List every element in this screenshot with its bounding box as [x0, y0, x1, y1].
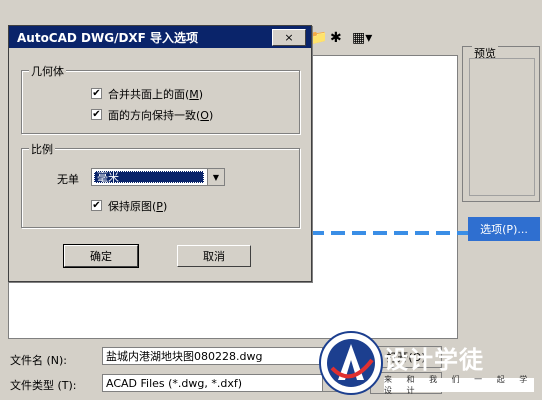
scale-group-label: 比例 — [29, 141, 55, 157]
filename-value: 盐城内港湖地块图080228.dwg — [106, 350, 263, 363]
keep-origin-label[interactable]: 保持原图(P) — [108, 198, 167, 214]
options-button[interactable]: 选项(P)... — [468, 217, 540, 241]
filetype-value: ACAD Files (*.dwg, *.dxf) — [106, 376, 243, 390]
merge-coplanar-checkbox[interactable]: ✔ — [91, 88, 102, 99]
merge-coplanar-label[interactable]: 合并共面上的面(M) — [108, 86, 203, 102]
geometry-group — [21, 70, 300, 134]
unit-label: 无单 — [57, 173, 79, 186]
view-menu-icon[interactable]: ▦▾ — [352, 30, 372, 46]
dwg-import-dialog: AutoCAD DWG/DXF 导入选项 × 几何体 ✔ 合并共面上的面(M) … — [8, 25, 312, 282]
unit-value: 毫米 — [94, 171, 204, 184]
geometry-group-label: 几何体 — [29, 63, 66, 79]
filename-label: 文件名 (N): — [10, 354, 68, 367]
filetype-label: 文件类型 (T): — [10, 379, 77, 392]
unit-select[interactable]: 毫米 ▼ — [91, 168, 225, 186]
filetype-select[interactable]: ACAD Files (*.dwg, *.dxf) ▼ — [102, 374, 340, 392]
scale-group — [21, 148, 300, 228]
watermark-title: 设计学徒 — [384, 346, 484, 374]
orient-faces-label[interactable]: 面的方向保持一致(O) — [108, 107, 213, 123]
ok-button[interactable]: 确定 — [63, 244, 139, 268]
preview-box — [469, 58, 535, 196]
keep-origin-checkbox[interactable]: ✔ — [91, 200, 102, 211]
dashed-arrow-icon — [300, 227, 472, 239]
cancel-button[interactable]: 取消 — [177, 245, 251, 267]
logo-icon — [319, 331, 383, 395]
orient-faces-checkbox[interactable]: ✔ — [91, 109, 102, 120]
close-button[interactable]: × — [272, 29, 306, 46]
up-folder-icon[interactable]: 📁 — [310, 30, 327, 46]
filename-field[interactable]: 盐城内港湖地块图080228.dwg ▼ — [102, 347, 340, 365]
watermark-subtitle: 来 和 我 们 一 起 学 设 计 — [384, 375, 534, 395]
dialog-title: AutoCAD DWG/DXF 导入选项 — [9, 26, 311, 48]
chevron-down-icon[interactable]: ▼ — [207, 169, 224, 185]
new-folder-icon[interactable]: ✱ — [330, 30, 342, 46]
